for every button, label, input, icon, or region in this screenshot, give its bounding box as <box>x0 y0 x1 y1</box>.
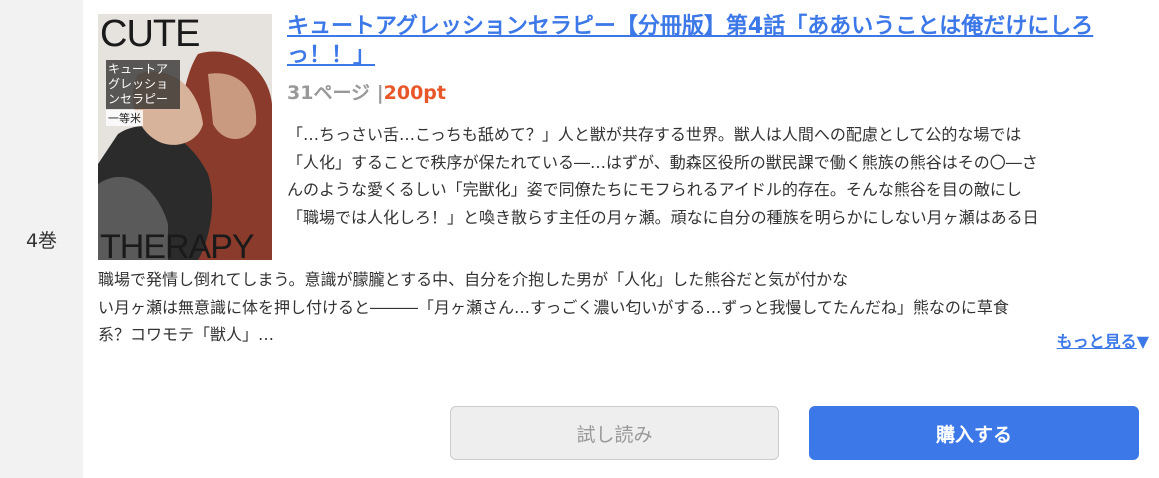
triangle-down-icon: ▼ <box>1136 332 1149 351</box>
cover-title-top: CUTE <box>100 14 200 55</box>
item-meta: 31ページ |200pt <box>287 81 446 105</box>
description: 「…ちっさい舌…こっちも舐めて？」人と獣が共存する世界。獣人は人間への配慮として… <box>287 121 1152 231</box>
show-more-label: もっと見る <box>1056 332 1137 351</box>
price: 200pt <box>383 82 446 104</box>
buy-button[interactable]: 購入する <box>809 406 1139 460</box>
cover-title-bottom: THERAPY <box>100 228 255 260</box>
volume-column: 4巻 <box>0 0 83 478</box>
description-line: 「職場では人化しろ！」と喚き散らす主任の月ヶ瀬。頑なに自分の種族を明らかにしない… <box>287 207 1039 227</box>
description-line: んのような愛くるしい「完獣化」姿で同僚たちにモフられるアイドル的存在。そんな熊谷… <box>287 180 1022 199</box>
trial-read-button[interactable]: 試し読み <box>450 406 779 460</box>
description-line: 「人化」することで秩序が保たれている―…はずが、動森区役所の獣民課で働く熊族の熊… <box>287 152 1038 172</box>
show-more-link[interactable]: もっと見る▼ <box>1057 328 1149 352</box>
cover-subtitle: キュートアグレッションセラピー <box>106 60 180 109</box>
description-continued: 職場で発情し倒れてしまう。意識が朦朧とする中、自分を介抱した男が「人化」した熊谷… <box>98 266 1152 349</box>
volume-label: 4巻 <box>25 230 58 252</box>
description-line: 職場で発情し倒れてしまう。意識が朦朧とする中、自分を介抱した男が「人化」した熊谷… <box>98 270 849 289</box>
cover-image[interactable]: CUTE キュートアグレッションセラピー 一等米 THERAPY <box>98 14 272 260</box>
description-line: い月ヶ瀬は無意識に体を押し付けると―――「月ヶ瀬さん…すっごく濃い匂いがする…ず… <box>98 297 1009 317</box>
meta-separator: | <box>376 82 384 104</box>
description-line: 「…ちっさい舌…こっちも舐めて？」人と獣が共存する世界。獣人は人間への配慮として… <box>287 125 1022 144</box>
description-line: 系？コワモテ「獣人」… <box>98 325 275 344</box>
item-title-link[interactable]: キュートアグレッションセラピー【分冊版】第4話「ああいうことは俺だけにしろっ！！… <box>287 12 1147 70</box>
cover-author: 一等米 <box>106 110 143 126</box>
page-count: 31ページ <box>287 82 371 104</box>
